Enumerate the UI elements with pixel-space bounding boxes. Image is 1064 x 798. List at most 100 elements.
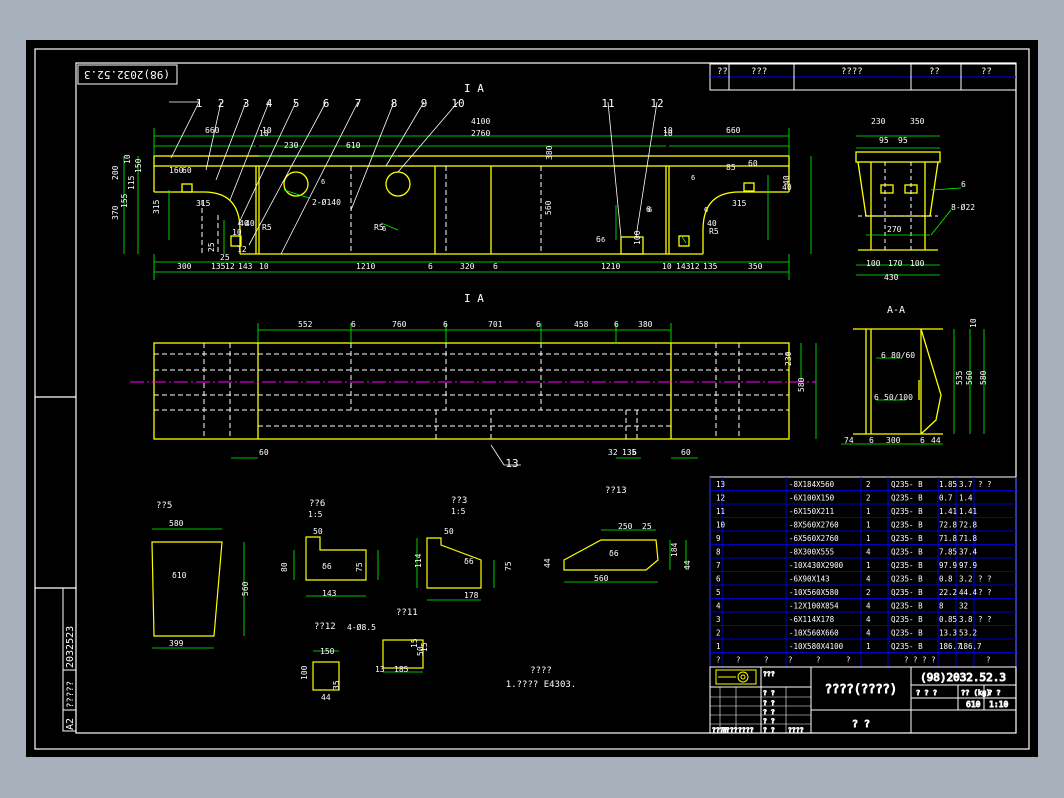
bom-cell: Q235- B [891,521,923,530]
bom-cell: 71.8 [959,534,978,543]
dimension-label: 6 [874,393,879,402]
bom-cell: 3.8 [959,615,973,624]
tb-label: ? ? [988,689,1001,697]
dimension-label: 80 [280,562,289,572]
bom-cell: 72.8 [939,521,958,530]
bom-cell: 4 [866,548,871,557]
bom-cell: 72.8 [959,521,978,530]
bom-cell: -8X300X555 [789,548,834,557]
dimension-label: 44 [543,558,552,568]
bom-cell: ? ? [978,588,992,597]
dimension-label: 115 [127,175,136,190]
bom-cell: 37.4 [959,548,978,557]
bom-cell: 4 [866,575,871,584]
dimension-label: 75 [355,562,364,572]
bom-cell: Q235- B [891,561,923,570]
dimension-label: 10 [969,318,978,328]
drawing-number: (98)2032.52.3 [920,671,1006,684]
bom-cell: -12X100X854 [789,602,839,611]
dimension-label: 6 [632,448,637,457]
bom-cell: 2 [866,494,871,503]
dimension-label: 350 [748,262,763,271]
dimension-label: 315 [152,199,161,214]
bom-cell: 32 [959,602,968,611]
bom-cell: 22.2 [939,588,957,597]
top-stamp: (98)2032.52.3 [77,64,178,85]
bom-cell: 3 [716,615,721,624]
bom-cell: ? ? [978,615,992,624]
dimension-label: 6 [920,436,925,445]
dimension-label: 143 [676,262,691,271]
dimension-label: 320 [460,262,475,271]
bom-header-cell: ? [716,656,721,665]
part-balloon: 6 [323,97,330,110]
detail-title: ??6 [309,499,325,509]
tb-small: ? ? [763,726,775,734]
dimension-label: 6 [869,436,874,445]
dimension-label: 100 [866,259,881,268]
dimension-label: 560 [965,370,974,385]
cad-drawing: (98)2032.52.3 2032523 ????? A2 ?? ??? ??… [34,48,1030,750]
dimension-label: 10 [232,228,242,237]
bom-cell: 3.7 [959,480,973,489]
dimension-label: 6 [961,180,966,189]
detail-title: ??11 [396,608,418,618]
tb-small: ? ? [763,689,775,697]
dimension-label: 560 [594,574,609,583]
dimension-label: 60 [259,448,269,457]
bom-cell: 7.85 [939,548,957,557]
header-cell: ???? [841,67,863,77]
dimension-label: 4-Ø8.5 [347,622,376,632]
tb-small: ? ? [763,717,775,725]
dimension-label: 178 [464,591,479,600]
part-balloon: 11 [601,97,614,110]
bom-cell: 0.7 [939,494,953,503]
bom-cell: 4 [866,615,871,624]
side-label: ????? [66,681,76,708]
dimension-label: 701 [488,320,503,329]
bom-cell: 53.2 [959,629,977,638]
dimension-label: 44 [321,693,331,702]
dimension-label: 100 [300,665,309,680]
dimension-label: 6 [881,351,886,360]
tb-label: ?? (kg) [961,689,991,697]
dimension-label: 6 [428,262,433,271]
bom-cell: 0.85 [939,615,957,624]
bom-cell: -10X430X2900 [789,561,844,570]
part-balloon: 13 [505,457,518,470]
part-balloon: 2 [218,97,225,110]
bom-cell: -6X114X178 [789,615,835,624]
dimension-label: 270 [887,225,902,234]
bom-cell: 12 [716,494,725,503]
dimension-label: 143 [322,589,337,598]
detail-parts: ??5580δ10560399??61:55080 δ6 75143??31:550… [151,486,692,702]
dimension-label: 380 [638,320,653,329]
dimension-label: 74 [844,436,854,445]
bom-cell: 186.7 [959,642,982,651]
bom-cell: Q235- B [891,615,923,624]
tb-label: ? ? ? [916,689,937,697]
bom-cell: ? ? [978,575,992,584]
dimension-label: 143 [238,262,253,271]
dimension-label: 6 [691,174,695,182]
dimension-label: 135 [211,262,226,271]
dimension-label: 50/100 [884,393,913,402]
bom-header-cell: ? [846,656,851,665]
tb-scale: 1:10 [989,700,1008,709]
bom-cell: 5 [716,588,721,597]
bom-cell: -10X560X660 [789,629,839,638]
bom-cell: 1 [866,521,871,530]
dimension-label: 6 [614,320,619,329]
dimension-label: 430 [884,273,899,282]
section-aa-label: A-A [887,305,905,316]
bom-table: 13 -8X184X560 2 Q235- B 1.85 3.7? ?12 -6X100X1… [709,476,1017,668]
dimension-label: 6 [443,320,448,329]
bom-cell: 1 [866,507,871,516]
section-aa-view: 10 535 560 580 74 6 300 6 44 6 80/60 6 50/100 [841,318,988,445]
dimension-label: 760 [392,320,407,329]
dimension-label: 580 [797,377,806,392]
bom-cell: Q235- B [891,494,923,503]
dimension-label: 560 [544,200,553,215]
dimension-label: 6 [493,262,498,271]
dimension-label: 150 [134,158,143,173]
